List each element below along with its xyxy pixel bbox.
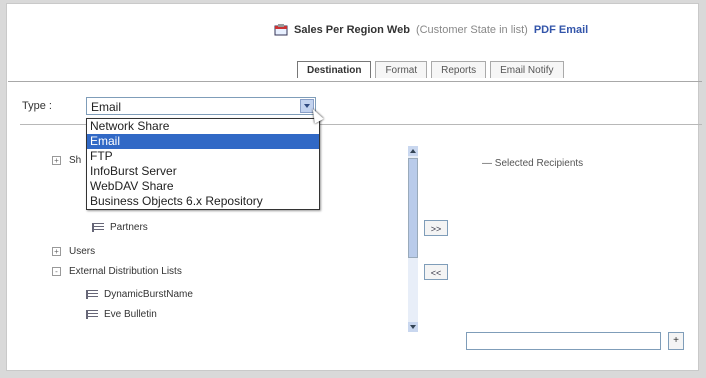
tree-item-eve-bulletin[interactable]: Eve Bulletin — [86, 309, 157, 320]
report-subtitle: (Customer State in list) — [415, 24, 528, 36]
type-select[interactable]: Email — [86, 97, 316, 115]
option-bo-repository[interactable]: Business Objects 6.x Repository — [87, 194, 319, 209]
recipient-input[interactable] — [466, 332, 661, 350]
tree-item-dynamicburstname[interactable]: DynamicBurstName — [86, 289, 193, 300]
add-button[interactable]: + — [668, 332, 684, 350]
group-icon — [92, 222, 104, 232]
selected-recipients-label: — Selected Recipients — [482, 158, 584, 169]
tree-node-external-lists[interactable]: - External Distribution Lists — [52, 266, 182, 277]
tree-node-share[interactable]: + Sh — [52, 155, 81, 166]
remove-recipient-button[interactable]: << — [424, 264, 448, 280]
tab-divider — [8, 81, 702, 82]
tree-node-partners[interactable]: Partners — [92, 222, 148, 233]
type-select-value: Email — [91, 100, 122, 114]
scroll-thumb[interactable] — [408, 158, 418, 258]
scroll-up-icon[interactable] — [408, 146, 418, 156]
tree-scrollbar[interactable] — [408, 146, 418, 332]
report-title: Sales Per Region Web — [294, 24, 410, 36]
expand-icon[interactable]: + — [52, 246, 61, 256]
scroll-down-icon[interactable] — [408, 322, 418, 332]
type-dropdown-list: Network Share Email FTP InfoBurst Server… — [86, 118, 320, 210]
tab-format[interactable]: Format — [375, 61, 428, 78]
collapse-icon[interactable]: - — [52, 266, 61, 276]
tab-reports[interactable]: Reports — [431, 61, 487, 78]
expand-icon[interactable]: + — [52, 155, 61, 165]
tab-email-notify[interactable]: Email Notify — [490, 61, 564, 78]
report-header: Sales Per Region Web (Customer State in … — [274, 24, 588, 36]
option-webdav-share[interactable]: WebDAV Share — [87, 179, 319, 194]
tree-node-users[interactable]: + Users — [52, 246, 95, 257]
add-recipient-button[interactable]: >> — [424, 220, 448, 236]
tab-bar: Destination Format Reports Email Notify — [297, 61, 564, 78]
list-icon — [86, 309, 98, 319]
report-icon — [274, 24, 288, 36]
option-email[interactable]: Email — [87, 134, 319, 149]
list-icon — [86, 289, 98, 299]
option-infoburst-server[interactable]: InfoBurst Server — [87, 164, 319, 179]
type-label: Type : — [22, 100, 52, 112]
option-network-share[interactable]: Network Share — [87, 119, 319, 134]
tab-destination[interactable]: Destination — [297, 61, 372, 78]
option-ftp[interactable]: FTP — [87, 149, 319, 164]
report-format: PDF Email — [533, 24, 589, 36]
